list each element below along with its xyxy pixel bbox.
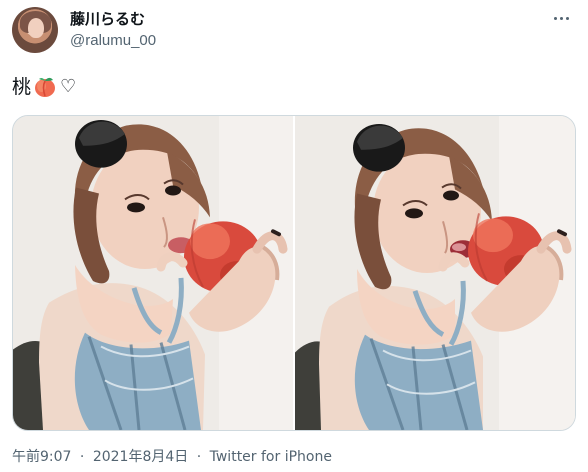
woman-peach-photo-2 xyxy=(295,116,575,430)
tweet-date-link[interactable]: 2021年8月4日 xyxy=(93,449,188,465)
author-avatar[interactable] xyxy=(12,7,58,53)
more-dot-2 xyxy=(559,16,563,20)
tweet-text: 桃 ♡ xyxy=(12,74,76,100)
timestamp-separator: · xyxy=(79,449,85,465)
media-grid xyxy=(12,115,576,431)
more-dot-1 xyxy=(553,16,557,20)
tweet-timestamp: 午前9:07 · 2021年8月4日 · Twitter for iPhone xyxy=(12,448,332,466)
author-username[interactable]: @ralumu_00 xyxy=(70,32,156,50)
tweet-source-link[interactable]: Twitter for iPhone xyxy=(210,449,332,465)
avatar-face xyxy=(28,18,44,38)
tweet-card: 藤川らるむ @ralumu_00 桃 ♡ 午前9:07 · 2021年8月4日 … xyxy=(0,0,588,472)
more-options-button[interactable] xyxy=(549,6,573,30)
tweet-photo-1[interactable] xyxy=(13,116,293,430)
tweet-photo-2[interactable] xyxy=(295,116,575,430)
tweet-time-link[interactable]: 午前9:07 xyxy=(12,449,71,465)
tweet-text-heart: ♡ xyxy=(60,76,77,97)
author-name-block: 藤川らるむ @ralumu_00 xyxy=(70,10,156,50)
tweet-text-prefix: 桃 xyxy=(12,76,32,98)
author-display-name[interactable]: 藤川らるむ xyxy=(70,10,156,28)
more-dot-3 xyxy=(565,16,569,20)
peach-icon xyxy=(35,77,56,97)
woman-peach-photo-1 xyxy=(13,116,293,430)
source-separator: · xyxy=(196,449,202,465)
